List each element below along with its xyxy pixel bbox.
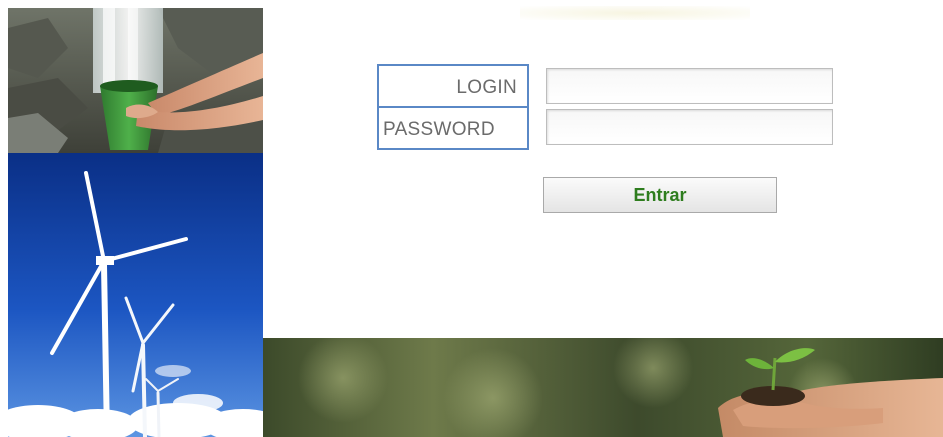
seedling-in-hands-banner (263, 338, 943, 437)
login-field[interactable] (546, 68, 833, 104)
credentials-label-box: LOGIN PASSWORD (377, 64, 529, 150)
header-glow (520, 6, 750, 20)
entrar-button[interactable]: Entrar (543, 177, 777, 213)
login-input[interactable] (547, 69, 832, 103)
password-label: PASSWORD (383, 119, 495, 140)
login-label: LOGIN (456, 77, 517, 98)
password-input[interactable] (547, 110, 832, 144)
label-divider (379, 106, 527, 108)
left-photo-column (8, 8, 263, 437)
waterfall-bucket-photo (8, 8, 263, 153)
password-field[interactable] (546, 109, 833, 145)
wind-turbines-photo (8, 153, 263, 437)
